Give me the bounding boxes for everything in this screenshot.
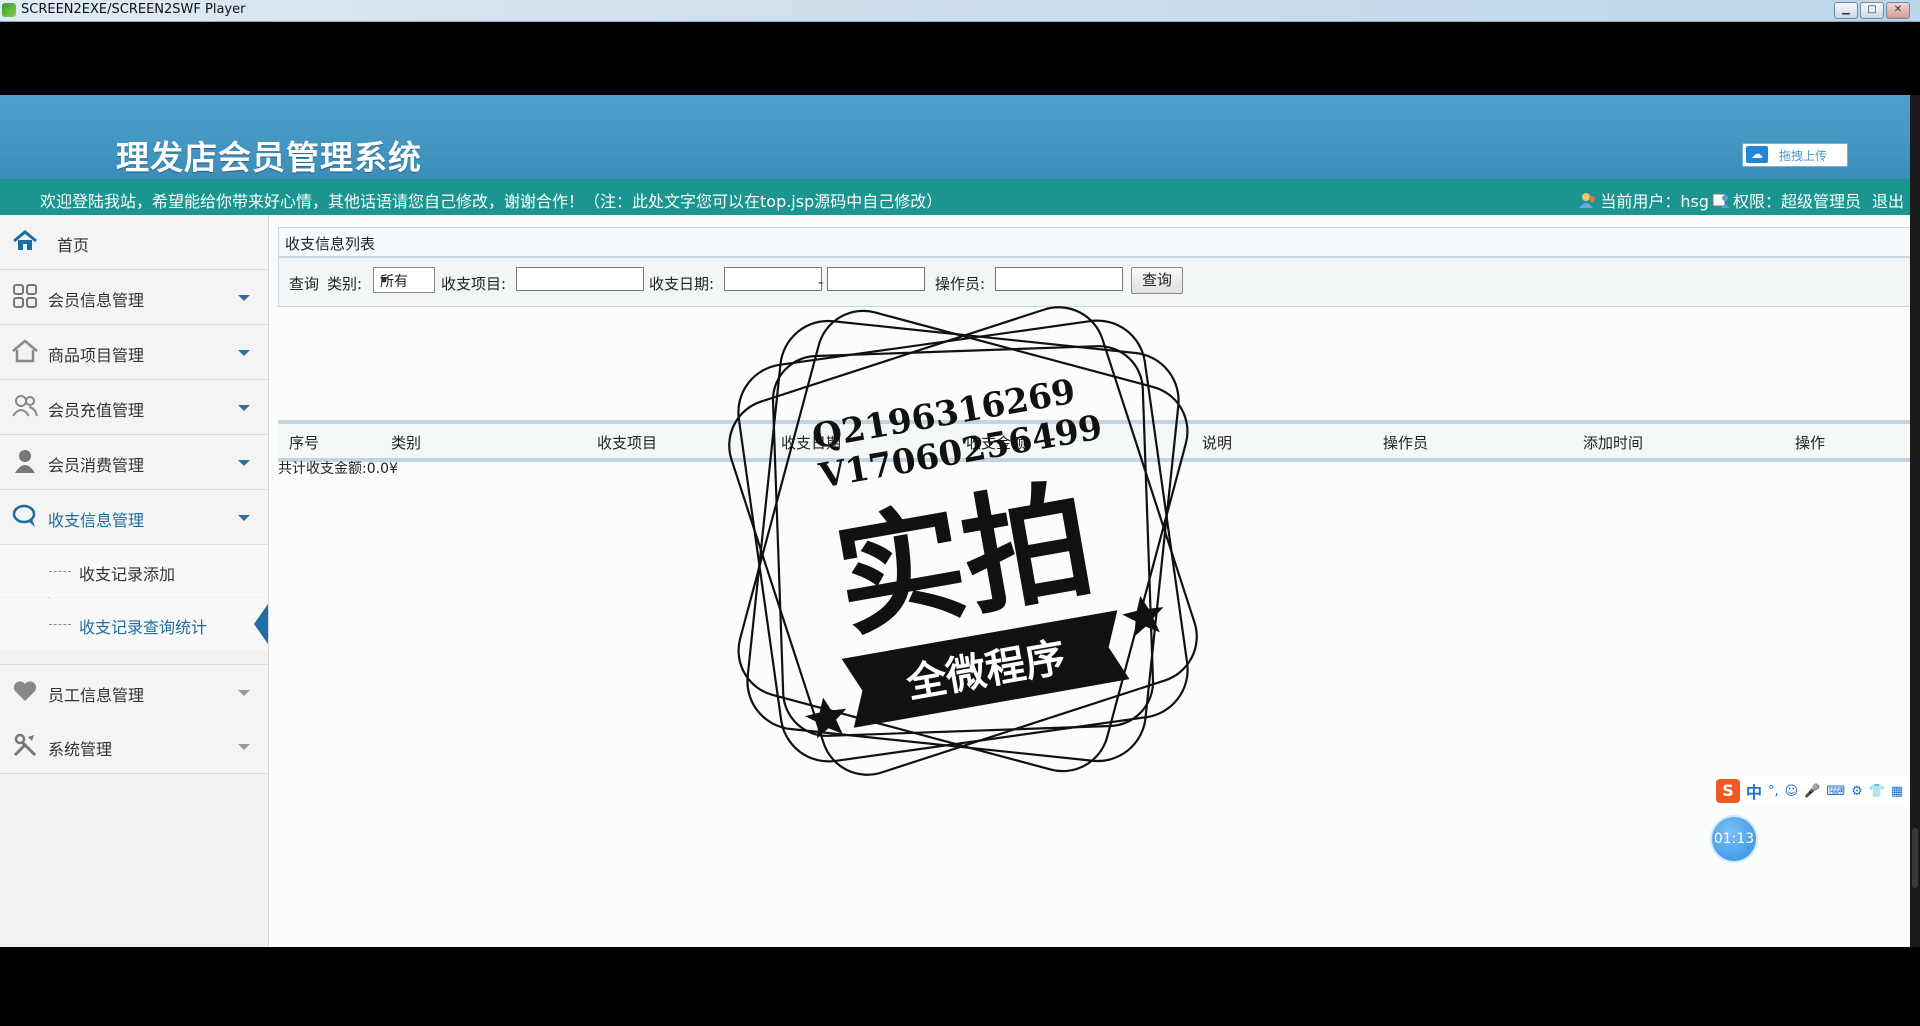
chevron-down-icon: [238, 460, 250, 466]
user-icon: [1579, 193, 1596, 208]
ime-punctuation[interactable]: °,: [1768, 784, 1779, 799]
tree-branch: [49, 571, 71, 572]
user-settings-icon[interactable]: ⚙: [1851, 784, 1863, 799]
tree-branch: [49, 624, 71, 625]
panel-title-bar: 收支信息列表: [278, 227, 1912, 257]
total-amount: 共计收支金额:0.0¥: [278, 461, 398, 477]
welcome-message: 欢迎登陆我站，希望能给你带来好心情，其他话语请您自己修改，谢谢合作！（注：此处文…: [40, 192, 943, 211]
item-label: 收支项目:: [441, 275, 507, 293]
sidebar-item-staff-label: 员工信息管理: [48, 686, 145, 705]
maximize-button[interactable]: □: [1860, 2, 1884, 19]
sidebar-item-consumption-label: 会员消费管理: [48, 456, 145, 475]
chevron-down-icon: [238, 295, 250, 301]
column-header: 序号: [289, 434, 320, 452]
panel-title: 收支信息列表: [285, 235, 376, 253]
scrollbar-handle[interactable]: [1912, 828, 1918, 888]
sidebar: 首页 会员信息管理 商品项目管理 会员充值管理 会员消费管理 收支信息管理 收支…: [0, 215, 269, 947]
sidebar-item-consumption[interactable]: 会员消费管理: [0, 435, 268, 490]
chevron-down-icon: [238, 690, 250, 696]
subitem-add-record[interactable]: 收支记录添加: [0, 545, 268, 597]
welcome-bar: 欢迎登陆我站，希望能给你带来好心情，其他话语请您自己修改，谢谢合作！（注：此处文…: [0, 179, 1910, 215]
app-icon: [2, 3, 16, 17]
grid-icon: [13, 284, 37, 308]
sidebar-item-income-expense-label: 收支信息管理: [48, 511, 145, 530]
app-header: 理发店会员管理系统 ☁ 拖拽上传: [0, 95, 1910, 179]
subitem-query-stats[interactable]: 收支记录查询统计: [0, 598, 268, 650]
operator-label: 操作员:: [935, 275, 986, 293]
skin-icon[interactable]: 👕: [1869, 784, 1885, 799]
heart-icon: [13, 681, 37, 701]
date-end-input[interactable]: [827, 267, 925, 291]
operator-input[interactable]: [995, 267, 1123, 291]
keyboard-icon[interactable]: ⌨: [1826, 784, 1845, 799]
current-page-marker: [254, 604, 268, 644]
sidebar-item-income-expense[interactable]: 收支信息管理: [0, 490, 268, 545]
baidu-cloud-icon: ☁: [1746, 146, 1768, 163]
item-input[interactable]: [516, 267, 644, 291]
ime-chinese-mode[interactable]: 中: [1746, 779, 1762, 803]
chevron-down-icon: [238, 350, 250, 356]
house-icon: [12, 339, 38, 363]
query-label: 查询: [289, 275, 320, 293]
home-icon: [13, 230, 37, 250]
users-icon: [12, 395, 38, 417]
sidebar-item-member-info[interactable]: 会员信息管理: [0, 270, 268, 325]
subitem-add-record-label: 收支记录添加: [79, 565, 176, 584]
sidebar-item-home-label: 首页: [57, 236, 90, 255]
current-user: 当前用户：hsg: [1600, 192, 1709, 211]
sidebar-item-recharge-label: 会员充值管理: [48, 401, 145, 420]
tools-icon: [13, 733, 37, 757]
minimize-button[interactable]: ▁: [1834, 2, 1858, 19]
sogou-logo-icon[interactable]: S: [1716, 779, 1740, 803]
search-button[interactable]: 查询: [1131, 267, 1183, 294]
category-label: 类别:: [327, 275, 363, 293]
user-info: 当前用户：hsg 权限：超级管理员 退出: [1579, 188, 1904, 212]
date-label: 收支日期:: [649, 275, 715, 293]
watermark-stamp: Q2196316269 V17060256499 实拍 全微程序: [728, 306, 1198, 776]
chevron-down-icon: [238, 515, 250, 521]
drag-upload-label: 拖拽上传: [1779, 149, 1828, 163]
column-header: 收支项目: [597, 434, 658, 452]
chevron-down-icon: [238, 405, 250, 411]
sidebar-item-member-info-label: 会员信息管理: [48, 291, 145, 310]
grid-menu-icon[interactable]: ▦: [1891, 784, 1903, 799]
chat-icon: [12, 504, 36, 527]
window-title-bar[interactable]: SCREEN2EXE/SCREEN2SWF Player ▁ □ ✕: [0, 0, 1920, 22]
person-icon: [15, 450, 35, 473]
sidebar-item-product-label: 商品项目管理: [48, 346, 145, 365]
date-separator: -: [818, 273, 824, 291]
permission-level: 权限：超级管理员: [1732, 192, 1861, 211]
drag-upload-button[interactable]: ☁ 拖拽上传: [1742, 143, 1848, 167]
sidebar-item-product[interactable]: 商品项目管理: [0, 325, 268, 380]
sidebar-item-system-label: 系统管理: [48, 740, 113, 759]
logout-link[interactable]: 退出: [1872, 188, 1904, 212]
category-select[interactable]: 所有: [373, 267, 435, 293]
column-header: 添加时间: [1583, 434, 1644, 452]
window-right-edge: [1910, 95, 1920, 947]
window-title: SCREEN2EXE/SCREEN2SWF Player: [21, 2, 246, 17]
sidebar-item-system[interactable]: 系统管理: [0, 719, 268, 774]
dropdown-arrow-icon: [380, 277, 388, 283]
sidebar-item-recharge[interactable]: 会员充值管理: [0, 380, 268, 435]
date-start-input[interactable]: [724, 267, 822, 291]
system-title: 理发店会员管理系统: [116, 138, 422, 177]
column-header: 操作员: [1383, 434, 1429, 452]
column-header: 操作: [1795, 434, 1826, 452]
emoji-icon[interactable]: ☺: [1785, 784, 1799, 799]
sidebar-item-staff[interactable]: 员工信息管理: [0, 664, 268, 720]
ime-toolbar[interactable]: S 中 °, ☺ 🎤 ⌨ ⚙ 👕 ▦: [1712, 776, 1920, 806]
microphone-icon[interactable]: 🎤: [1804, 784, 1820, 799]
permission-icon: [1712, 193, 1729, 208]
chevron-down-icon: [238, 744, 250, 750]
close-button[interactable]: ✕: [1886, 2, 1910, 19]
sidebar-item-home[interactable]: 首页: [0, 215, 268, 270]
recording-timer[interactable]: 01:13: [1712, 817, 1756, 861]
column-header: 类别: [391, 434, 422, 452]
subitem-query-stats-label: 收支记录查询统计: [79, 618, 208, 637]
